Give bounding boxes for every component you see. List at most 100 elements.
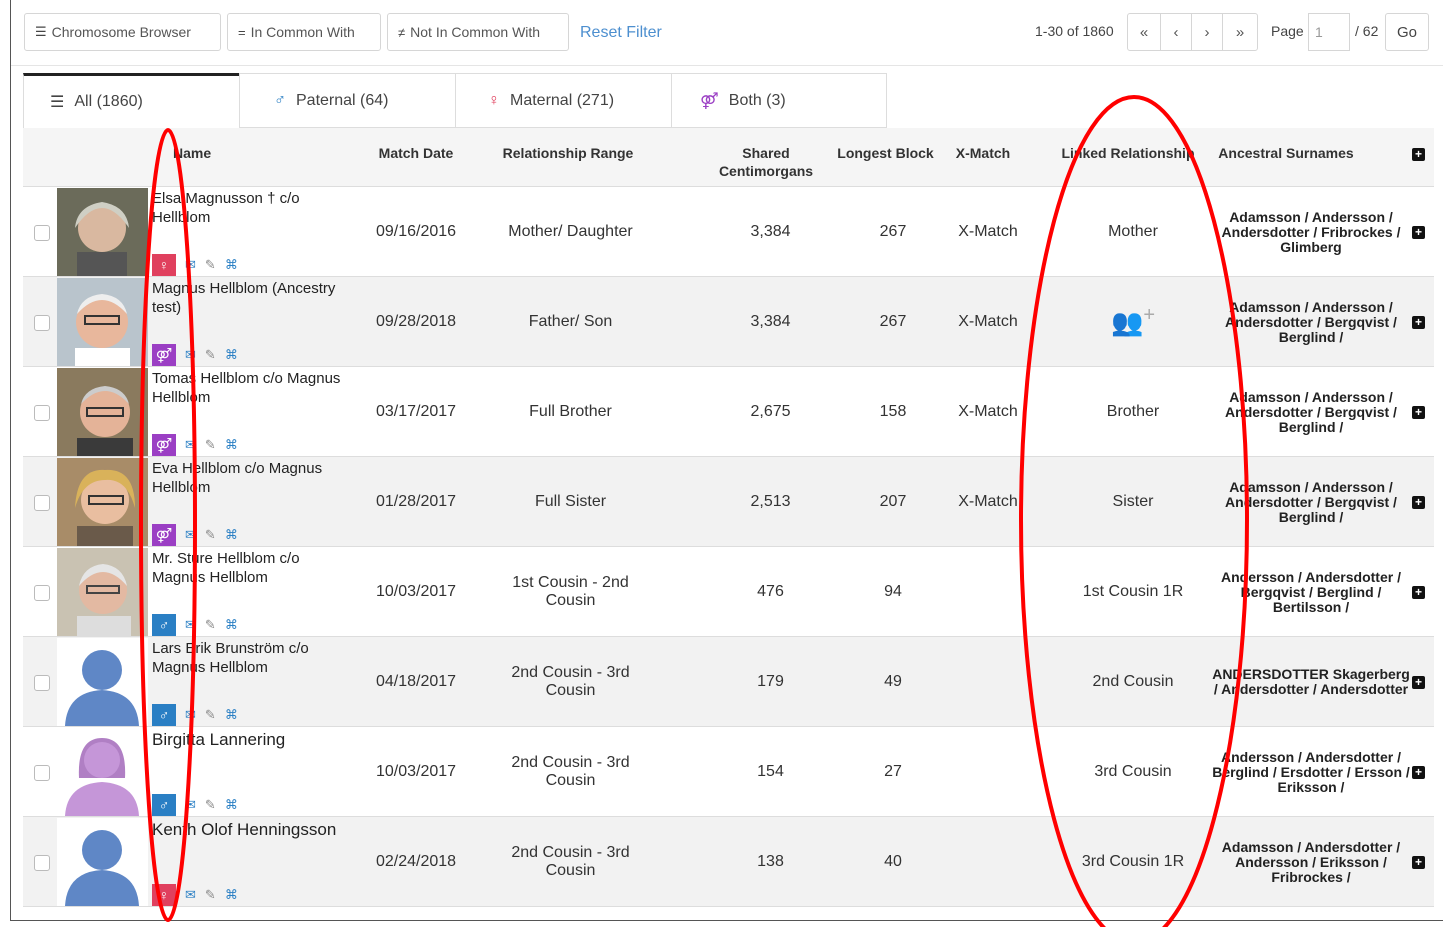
match-name[interactable]: Lars Erik Brunström c/o Magnus Hellblom xyxy=(152,639,352,677)
ancestral-surnames: Adamsson / Andersson / Andersdotter / Be… xyxy=(1225,298,1397,345)
col-match-date[interactable]: Match Date xyxy=(361,144,471,162)
plus-box-icon[interactable]: + xyxy=(1412,586,1425,599)
col-linked-relationship[interactable]: Linked Relationship xyxy=(1053,144,1203,162)
row-checkbox[interactable] xyxy=(34,495,50,511)
go-button[interactable]: Go xyxy=(1385,13,1429,51)
row-checkbox[interactable] xyxy=(34,765,50,781)
first-page-button[interactable]: « xyxy=(1127,13,1161,51)
tab-maternal[interactable]: ♀ Maternal (271) xyxy=(455,73,672,128)
edit-icon[interactable]: ✎ xyxy=(205,887,216,903)
in-common-with-button[interactable]: = In Common With xyxy=(227,13,381,51)
linked-relationship[interactable]: Mother xyxy=(1058,187,1208,277)
last-page-button[interactable]: » xyxy=(1222,13,1258,51)
tree-icon[interactable]: ⌘ xyxy=(225,707,238,723)
match-name[interactable]: Elsa Magnusson † c/o Hellblom xyxy=(152,189,352,227)
tree-icon[interactable]: ⌘ xyxy=(225,527,238,543)
match-name[interactable]: Tomas Hellblom c/o Magnus Hellblom xyxy=(152,369,352,407)
envelope-icon[interactable]: ✉ xyxy=(185,887,196,903)
avatar[interactable] xyxy=(57,638,148,726)
plus-box-icon[interactable]: + xyxy=(1412,856,1425,869)
linked-relationship[interactable]: 3rd Cousin 1R xyxy=(1058,817,1208,907)
linked-relationship[interactable]: 1st Cousin 1R xyxy=(1058,547,1208,637)
col-ancestral-surnames[interactable]: Ancestral Surnames xyxy=(1211,144,1361,162)
match-name[interactable]: Birgitta Lannering xyxy=(152,729,352,750)
linked-relationship[interactable]: 2nd Cousin xyxy=(1058,637,1208,727)
row-checkbox[interactable] xyxy=(34,855,50,871)
relationship-range: 2nd Cousin - 3rd Cousin xyxy=(511,664,630,699)
tree-icon[interactable]: ⌘ xyxy=(225,347,238,363)
avatar[interactable] xyxy=(57,458,148,546)
x-match: X-Match xyxy=(958,403,1018,420)
col-x-match[interactable]: X-Match xyxy=(948,144,1018,162)
match-name[interactable]: Mr. Sture Hellblom c/o Magnus Hellblom xyxy=(152,549,352,587)
match-name[interactable]: Eva Hellblom c/o Magnus Hellblom xyxy=(152,459,352,497)
envelope-icon[interactable]: ✉ xyxy=(185,617,196,633)
avatar[interactable] xyxy=(57,188,148,276)
plus-box-icon[interactable]: + xyxy=(1412,316,1425,329)
edit-icon[interactable]: ✎ xyxy=(205,617,216,633)
row-icons: ⚤ ✉ ✎ ⌘ xyxy=(152,524,238,546)
plus-box-icon[interactable]: + xyxy=(1412,766,1425,779)
avatar[interactable] xyxy=(57,818,148,906)
ancestral-surnames: Andersson / Andersdotter / Bergqvist / B… xyxy=(1221,568,1401,615)
row-checkbox[interactable] xyxy=(34,585,50,601)
row-checkbox[interactable] xyxy=(34,405,50,421)
avatar[interactable] xyxy=(57,368,148,456)
col-shared-cm[interactable]: Shared Centimorgans xyxy=(711,144,821,180)
col-relationship-range[interactable]: Relationship Range xyxy=(493,144,643,162)
match-name[interactable]: Kenth Olof Henningsson xyxy=(152,819,352,840)
envelope-icon[interactable]: ✉ xyxy=(185,797,196,813)
avatar[interactable] xyxy=(57,278,148,366)
list-icon: ☰ xyxy=(50,94,65,111)
relationship-range: Mother/ Daughter xyxy=(508,223,633,240)
page-label: Page xyxy=(1271,23,1304,39)
avatar[interactable] xyxy=(57,548,148,636)
chromosome-browser-button[interactable]: ☰ Chromosome Browser xyxy=(24,13,221,51)
plus-box-icon[interactable]: + xyxy=(1412,148,1425,161)
envelope-icon[interactable]: ✉ xyxy=(185,437,196,453)
edit-icon[interactable]: ✎ xyxy=(205,527,216,543)
linked-relationship[interactable]: Sister xyxy=(1058,457,1208,547)
plus-box-icon[interactable]: + xyxy=(1412,496,1425,509)
edit-icon[interactable]: ✎ xyxy=(205,797,216,813)
col-longest-block[interactable]: Longest Block xyxy=(833,144,938,162)
envelope-icon[interactable]: ✉ xyxy=(185,257,196,273)
add-person-icon[interactable]: 👥 + xyxy=(1058,277,1208,367)
longest-block: 94 xyxy=(884,583,902,600)
envelope-icon[interactable]: ✉ xyxy=(185,527,196,543)
reset-filter-link[interactable]: Reset Filter xyxy=(580,24,662,42)
row-checkbox[interactable] xyxy=(34,315,50,331)
envelope-icon[interactable]: ✉ xyxy=(185,347,196,363)
edit-icon[interactable]: ✎ xyxy=(205,707,216,723)
row-checkbox[interactable] xyxy=(34,225,50,241)
plus-box-icon[interactable]: + xyxy=(1412,406,1425,419)
linked-relationship[interactable]: Brother xyxy=(1058,367,1208,457)
tab-all[interactable]: ☰ All (1860) xyxy=(23,73,240,128)
tree-icon[interactable]: ⌘ xyxy=(225,887,238,903)
avatar[interactable] xyxy=(57,728,148,816)
tree-icon[interactable]: ⌘ xyxy=(225,617,238,633)
tree-icon[interactable]: ⌘ xyxy=(225,437,238,453)
table-row: Birgitta Lannering ♂ ✉ ✎ ⌘ 10/03/2017 2nd Cous… xyxy=(23,727,1434,817)
envelope-icon[interactable]: ✉ xyxy=(185,707,196,723)
female-icon: ♀ xyxy=(152,884,176,906)
tree-icon[interactable]: ⌘ xyxy=(225,797,238,813)
edit-icon[interactable]: ✎ xyxy=(205,437,216,453)
plus-box-icon[interactable]: + xyxy=(1412,676,1425,689)
page-number-input[interactable]: 1 xyxy=(1308,13,1350,51)
col-name[interactable]: Name xyxy=(173,144,211,162)
tab-paternal[interactable]: ♂ Paternal (64) xyxy=(239,73,456,128)
row-checkbox[interactable] xyxy=(34,675,50,691)
next-page-button[interactable]: › xyxy=(1191,13,1223,51)
tab-both[interactable]: ⚤ Both (3) xyxy=(671,73,887,128)
not-in-common-with-button[interactable]: ≠ Not In Common With xyxy=(387,13,569,51)
linked-relationship[interactable]: 3rd Cousin xyxy=(1058,727,1208,817)
edit-icon[interactable]: ✎ xyxy=(205,257,216,273)
match-name[interactable]: Magnus Hellblom (Ancestry test) xyxy=(152,279,352,317)
tree-icon[interactable]: ⌘ xyxy=(225,257,238,273)
shared-cm: 2,513 xyxy=(750,493,791,510)
prev-page-button[interactable]: ‹ xyxy=(1160,13,1192,51)
edit-icon[interactable]: ✎ xyxy=(205,347,216,363)
row-icons: ♂ ✉ ✎ ⌘ xyxy=(152,704,238,726)
plus-box-icon[interactable]: + xyxy=(1412,226,1425,239)
